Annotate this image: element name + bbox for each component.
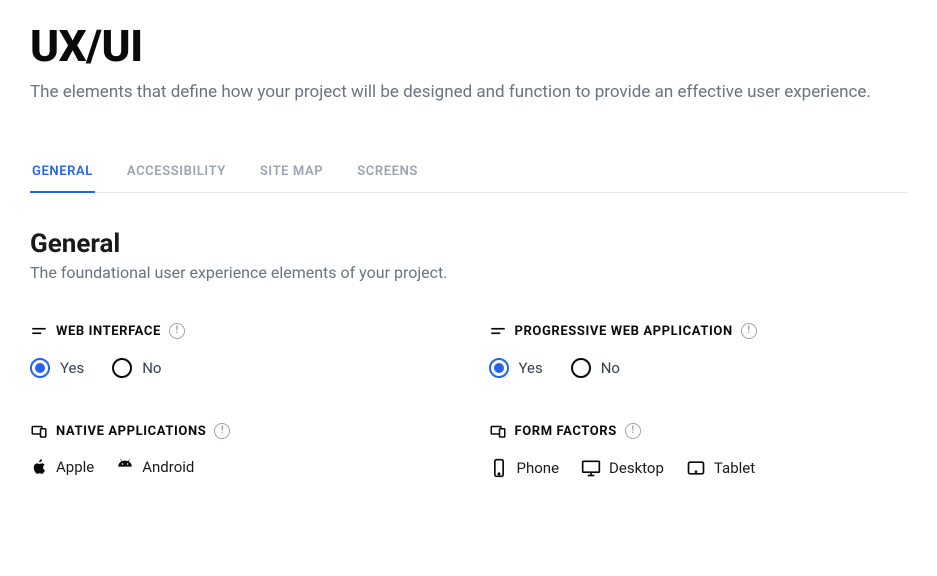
radio-no[interactable]: No [112,358,161,378]
radio-yes[interactable]: Yes [489,358,543,378]
tab-general[interactable]: GENERAL [30,152,95,193]
field-header: NATIVE APPLICATIONS ! [30,422,449,440]
field-label: PROGRESSIVE WEB APPLICATION [515,324,733,339]
tabs: GENERAL ACCESSIBILITY SITE MAP SCREENS [30,152,907,193]
android-icon [116,458,134,476]
radio-yes[interactable]: Yes [30,358,84,378]
tab-accessibility[interactable]: ACCESSIBILITY [125,152,228,193]
radio-circle-icon [30,358,50,378]
lines-icon [30,322,48,340]
item-desktop[interactable]: Desktop [581,458,664,478]
radio-label: No [601,359,620,377]
field-header: FORM FACTORS ! [489,422,908,440]
apple-icon [30,458,48,476]
item-label: Desktop [609,459,664,477]
info-icon[interactable]: ! [741,323,757,339]
tab-screens[interactable]: SCREENS [355,152,420,193]
item-label: Android [142,458,194,476]
form-factors-list: Phone Desktop Tablet [489,458,908,478]
radio-group-pwa: Yes No [489,358,908,378]
radio-label: Yes [60,359,84,377]
item-label: Apple [56,458,94,476]
item-tablet[interactable]: Tablet [686,458,755,478]
desktop-icon [581,458,601,478]
item-phone[interactable]: Phone [489,458,560,478]
field-pwa: PROGRESSIVE WEB APPLICATION ! Yes No [489,322,908,378]
page-subtitle: The elements that define how your projec… [30,82,907,102]
field-label: FORM FACTORS [515,424,617,439]
lines-icon [489,322,507,340]
field-header: PROGRESSIVE WEB APPLICATION ! [489,322,908,340]
info-icon[interactable]: ! [625,423,641,439]
radio-group-web-interface: Yes No [30,358,449,378]
native-apps-list: Apple Android [30,458,449,476]
form-grid: WEB INTERFACE ! Yes No PROGRESSIVE WEB A… [30,322,907,478]
tab-site-map[interactable]: SITE MAP [258,152,325,193]
info-icon[interactable]: ! [169,323,185,339]
radio-label: Yes [519,359,543,377]
info-icon[interactable]: ! [214,423,230,439]
section-subtitle: The foundational user experience element… [30,263,907,282]
devices-icon [30,422,48,440]
field-label: NATIVE APPLICATIONS [56,424,206,439]
radio-no[interactable]: No [571,358,620,378]
field-header: WEB INTERFACE ! [30,322,449,340]
field-native-apps: NATIVE APPLICATIONS ! Apple Android [30,422,449,478]
section-title: General [30,229,907,259]
devices-icon [489,422,507,440]
field-web-interface: WEB INTERFACE ! Yes No [30,322,449,378]
item-label: Tablet [714,459,755,477]
field-form-factors: FORM FACTORS ! Phone Desktop Tablet [489,422,908,478]
radio-label: No [142,359,161,377]
radio-circle-icon [489,358,509,378]
tablet-icon [686,458,706,478]
radio-circle-icon [112,358,132,378]
item-label: Phone [517,459,560,477]
item-android[interactable]: Android [116,458,194,476]
item-apple[interactable]: Apple [30,458,94,476]
radio-circle-icon [571,358,591,378]
page-title: UX/UI [30,20,907,72]
field-label: WEB INTERFACE [56,324,161,339]
phone-icon [489,458,509,478]
